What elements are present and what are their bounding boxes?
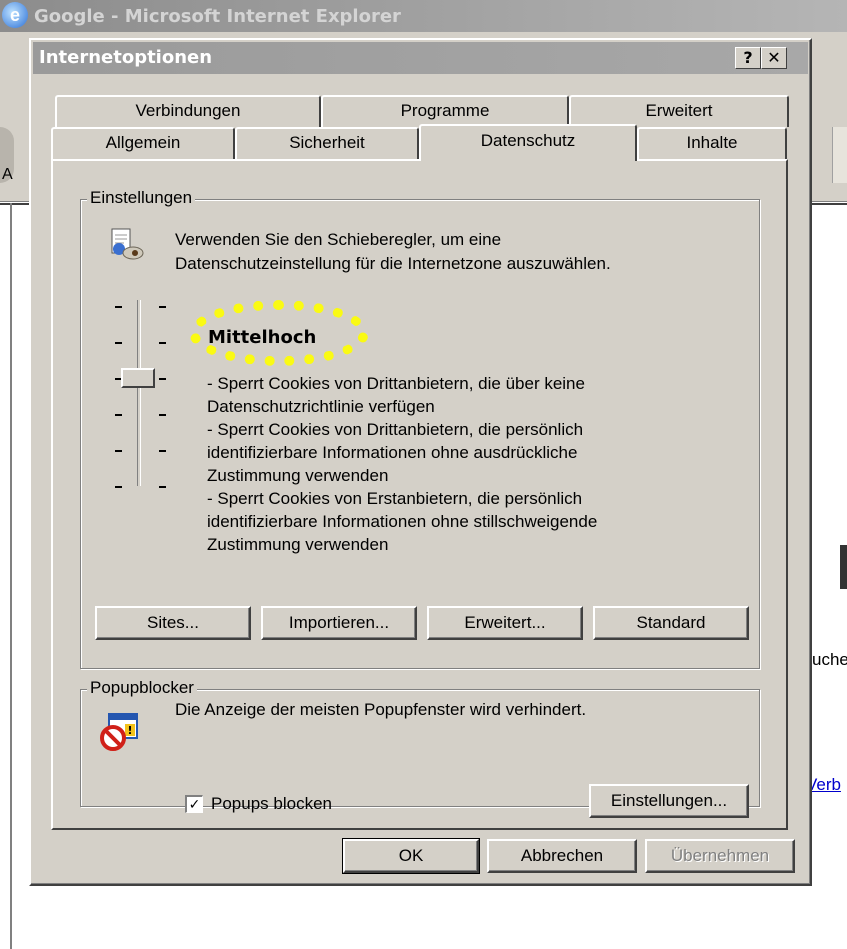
instruction-line-2: Datenschutzeinstellung für die Internetz…: [175, 254, 611, 273]
slider-tick: [159, 342, 166, 344]
popup-checkbox-label[interactable]: Popups blocken: [211, 792, 332, 816]
popup-block-checkbox[interactable]: ✓: [185, 795, 203, 813]
popup-settings-button[interactable]: Einstellungen...: [589, 784, 749, 818]
description-line: Zustimmung verwenden: [207, 466, 389, 485]
tab-sicherheit[interactable]: Sicherheit: [235, 127, 419, 159]
svg-text:!: !: [127, 724, 132, 737]
description-line: identifizierbare Informationen ohne stil…: [207, 512, 598, 531]
page-element-partial: [840, 545, 847, 589]
content-border: [10, 203, 12, 949]
tab-datenschutz[interactable]: Datenschutz: [419, 124, 637, 161]
page-text-partial: uche: [812, 650, 847, 669]
description-line: identifizierbare Informationen ohne ausd…: [207, 443, 578, 462]
apply-button[interactable]: Übernehmen: [645, 839, 795, 873]
slider-track[interactable]: [137, 300, 141, 486]
privacy-settings-icon: [111, 228, 144, 260]
description-line: - Sperrt Cookies von Drittanbietern, die…: [207, 374, 585, 393]
popup-blocker-icon: !: [100, 713, 138, 751]
cancel-button[interactable]: Abbrechen: [487, 839, 637, 873]
advanced-button[interactable]: Erweitert...: [427, 606, 583, 640]
dialog-titlebar[interactable]: Internetoptionen ? ✕: [33, 42, 808, 74]
highlight-annotation: [189, 300, 369, 366]
slider-tick: [159, 378, 166, 380]
settings-groupbox: Einstellungen Verwenden Sie den Schieber…: [80, 188, 760, 669]
tab-inhalte[interactable]: Inhalte: [637, 127, 787, 159]
slider-tick: [159, 450, 166, 452]
address-label: A: [2, 166, 13, 183]
slider-tick: [115, 306, 122, 308]
slider-tick: [115, 450, 122, 452]
tab-verbindungen[interactable]: Verbindungen: [55, 95, 321, 127]
default-button[interactable]: Standard: [593, 606, 749, 640]
browser-title: Google - Microsoft Internet Explorer: [34, 6, 401, 27]
popup-description: Die Anzeige der meisten Popupfenster wir…: [175, 700, 587, 719]
instruction-line-1: Verwenden Sie den Schieberegler, um eine: [175, 230, 502, 249]
privacy-level-description: - Sperrt Cookies von Drittanbietern, die…: [207, 372, 597, 556]
slider-tick: [159, 306, 166, 308]
popup-blocker-groupbox: Popupblocker ! Die Anzeige der meisten P…: [80, 678, 760, 818]
settings-legend: Einstellungen: [87, 188, 196, 208]
tab-erweitert[interactable]: Erweitert: [569, 95, 789, 127]
help-button[interactable]: ?: [735, 47, 761, 69]
tab-programme[interactable]: Programme: [321, 95, 569, 127]
description-line: - Sperrt Cookies von Drittanbietern, die…: [207, 420, 584, 439]
popup-legend: Popupblocker: [87, 678, 197, 698]
slider-tick: [115, 414, 122, 416]
tab-allgemein[interactable]: Allgemein: [51, 127, 235, 159]
dialog-title: Internetoptionen: [39, 47, 213, 68]
internet-explorer-icon: e: [2, 2, 28, 28]
description-line: Zustimmung verwenden: [207, 535, 389, 554]
close-button[interactable]: ✕: [761, 47, 787, 69]
description-line: Datenschutzrichtlinie verfügen: [207, 397, 435, 416]
slider-tick: [159, 414, 166, 416]
import-button[interactable]: Importieren...: [261, 606, 417, 640]
description-line: - Sperrt Cookies von Erstanbietern, die …: [207, 489, 583, 508]
ok-button[interactable]: OK: [342, 838, 480, 874]
slider-tick: [115, 486, 122, 488]
slider-thumb[interactable]: [121, 368, 155, 388]
toolbar-button-partial[interactable]: [832, 127, 847, 183]
browser-titlebar: e Google - Microsoft Internet Explorer: [0, 0, 847, 32]
sites-button[interactable]: Sites...: [95, 606, 251, 640]
slider-tick: [115, 342, 122, 344]
internet-options-dialog: Internetoptionen ? ✕ Verbindungen Progra…: [29, 38, 812, 886]
slider-tick: [159, 486, 166, 488]
privacy-tab-panel: Einstellungen Verwenden Sie den Schieber…: [51, 159, 788, 830]
